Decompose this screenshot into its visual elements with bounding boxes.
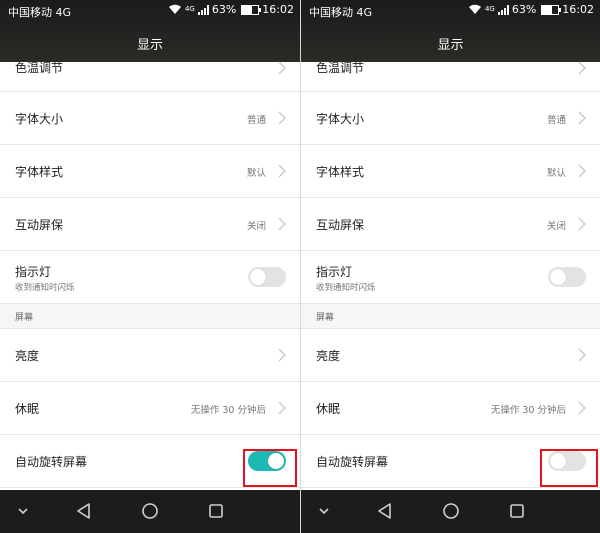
row-label: 休眠 (15, 402, 40, 416)
row-font-style[interactable]: 字体样式 默认 (0, 145, 300, 198)
toggle-knob (250, 269, 266, 285)
chevron-right-icon (578, 401, 586, 415)
row-label: 休眠 (316, 402, 341, 416)
row-value: 无操作 30 分钟后 (190, 405, 266, 416)
top-bar: 中国移动 4G 4G 63% 16:02 显示 (0, 0, 300, 62)
battery-icon (541, 4, 562, 15)
section-title: 屏幕 (15, 313, 34, 323)
clock: 16:02 (562, 3, 594, 16)
chevron-right-icon (578, 348, 586, 362)
row-value: 普通 (246, 115, 266, 126)
highlight-box (243, 449, 297, 487)
row-font-style[interactable]: 字体样式 默认 (301, 145, 600, 198)
row-value: 关闭 (246, 221, 266, 232)
row-label: 指示灯 (15, 265, 52, 279)
back-icon[interactable] (372, 498, 398, 524)
row-sleep[interactable]: 休眠 无操作 30 分钟后 (0, 382, 300, 435)
row-screensaver[interactable]: 互动屏保 关闭 (301, 198, 600, 251)
settings-list: 色温调节 字体大小 普通 字体样式 默认 互动屏保 关闭 指示灯 收到通知时闪烁… (0, 61, 300, 488)
indicator-toggle[interactable] (248, 267, 286, 287)
signal-4g-label: 4G (184, 5, 195, 13)
row-label: 指示灯 (316, 265, 353, 279)
row-screensaver[interactable]: 互动屏保 关闭 (0, 198, 300, 251)
notification-pull-icon[interactable] (311, 498, 337, 524)
signal-4g-label: 4G (484, 5, 495, 13)
section-title: 屏幕 (316, 313, 335, 323)
carrier-label: 中国移动 4G (8, 6, 72, 19)
navigation-bar (301, 490, 600, 533)
indicator-toggle[interactable] (548, 267, 586, 287)
wifi-icon (168, 4, 181, 14)
row-color-temperature[interactable]: 色温调节 (0, 61, 300, 92)
chevron-right-icon (278, 111, 286, 125)
row-font-size[interactable]: 字体大小 普通 (0, 92, 300, 145)
signal-icon (497, 4, 509, 15)
row-label: 色温调节 (316, 61, 365, 75)
row-label: 字体大小 (316, 112, 365, 126)
screen-left: 中国移动 4G 4G 63% 16:02 显示 色温调节 字体大小 普通 字体样… (0, 0, 300, 533)
row-value: 默认 (546, 168, 566, 179)
status-icons: 4G 63% 16:02 (168, 3, 294, 16)
row-label: 色温调节 (15, 61, 64, 75)
row-value: 无操作 30 分钟后 (490, 405, 566, 416)
chevron-right-icon (578, 61, 586, 75)
chevron-right-icon (578, 164, 586, 178)
status-icons: 4G 63% 16:02 (468, 3, 594, 16)
carrier-label: 中国移动 4G (309, 6, 373, 19)
chevron-right-icon (278, 217, 286, 231)
screen-right: 中国移动 4G 4G 63% 16:02 显示 色温调节 字体大小 普通 字体样… (300, 0, 600, 533)
section-header-screen: 屏幕 (0, 304, 300, 329)
recents-icon[interactable] (203, 498, 229, 524)
settings-list: 色温调节 字体大小 普通 字体样式 默认 互动屏保 关闭 指示灯 收到通知时闪烁… (301, 61, 600, 488)
chevron-right-icon (278, 61, 286, 75)
page-title: 显示 (136, 38, 163, 53)
row-indicator: 指示灯 收到通知时闪烁 (301, 251, 600, 304)
row-sublabel: 收到通知时闪烁 (316, 283, 376, 293)
wifi-icon (468, 4, 481, 14)
row-brightness[interactable]: 亮度 (0, 329, 300, 382)
top-bar: 中国移动 4G 4G 63% 16:02 显示 (301, 0, 600, 62)
row-label: 自动旋转屏幕 (15, 455, 88, 469)
back-icon[interactable] (71, 498, 97, 524)
row-label: 亮度 (316, 349, 341, 363)
highlight-box (540, 449, 598, 487)
row-label: 自动旋转屏幕 (316, 455, 389, 469)
page-title: 显示 (437, 38, 464, 53)
chevron-right-icon (278, 348, 286, 362)
row-value: 关闭 (546, 221, 566, 232)
signal-icon (197, 4, 209, 15)
row-brightness[interactable]: 亮度 (301, 329, 600, 382)
battery-percent: 63% (211, 3, 237, 16)
row-label: 字体样式 (15, 165, 64, 179)
battery-percent: 63% (511, 3, 537, 16)
row-indicator: 指示灯 收到通知时闪烁 (0, 251, 300, 304)
recents-icon[interactable] (504, 498, 530, 524)
home-icon[interactable] (137, 498, 163, 524)
navigation-bar (0, 490, 300, 533)
row-value: 普通 (546, 115, 566, 126)
row-label: 互动屏保 (15, 218, 64, 232)
clock: 16:02 (262, 3, 294, 16)
battery-icon (241, 4, 262, 15)
status-bar: 中国移动 4G 4G 63% 16:02 (301, 0, 600, 24)
chevron-right-icon (278, 164, 286, 178)
row-label: 亮度 (15, 349, 40, 363)
row-value: 默认 (246, 168, 266, 179)
chevron-right-icon (278, 401, 286, 415)
chevron-right-icon (578, 111, 586, 125)
section-header-screen: 屏幕 (301, 304, 600, 329)
status-bar: 中国移动 4G 4G 63% 16:02 (0, 0, 300, 24)
notification-pull-icon[interactable] (10, 498, 36, 524)
row-sublabel: 收到通知时闪烁 (15, 283, 75, 293)
toggle-knob (550, 269, 566, 285)
chevron-right-icon (578, 217, 586, 231)
row-sleep[interactable]: 休眠 无操作 30 分钟后 (301, 382, 600, 435)
row-label: 字体大小 (15, 112, 64, 126)
home-icon[interactable] (438, 498, 464, 524)
row-font-size[interactable]: 字体大小 普通 (301, 92, 600, 145)
row-label: 互动屏保 (316, 218, 365, 232)
row-label: 字体样式 (316, 165, 365, 179)
row-color-temperature[interactable]: 色温调节 (301, 61, 600, 92)
